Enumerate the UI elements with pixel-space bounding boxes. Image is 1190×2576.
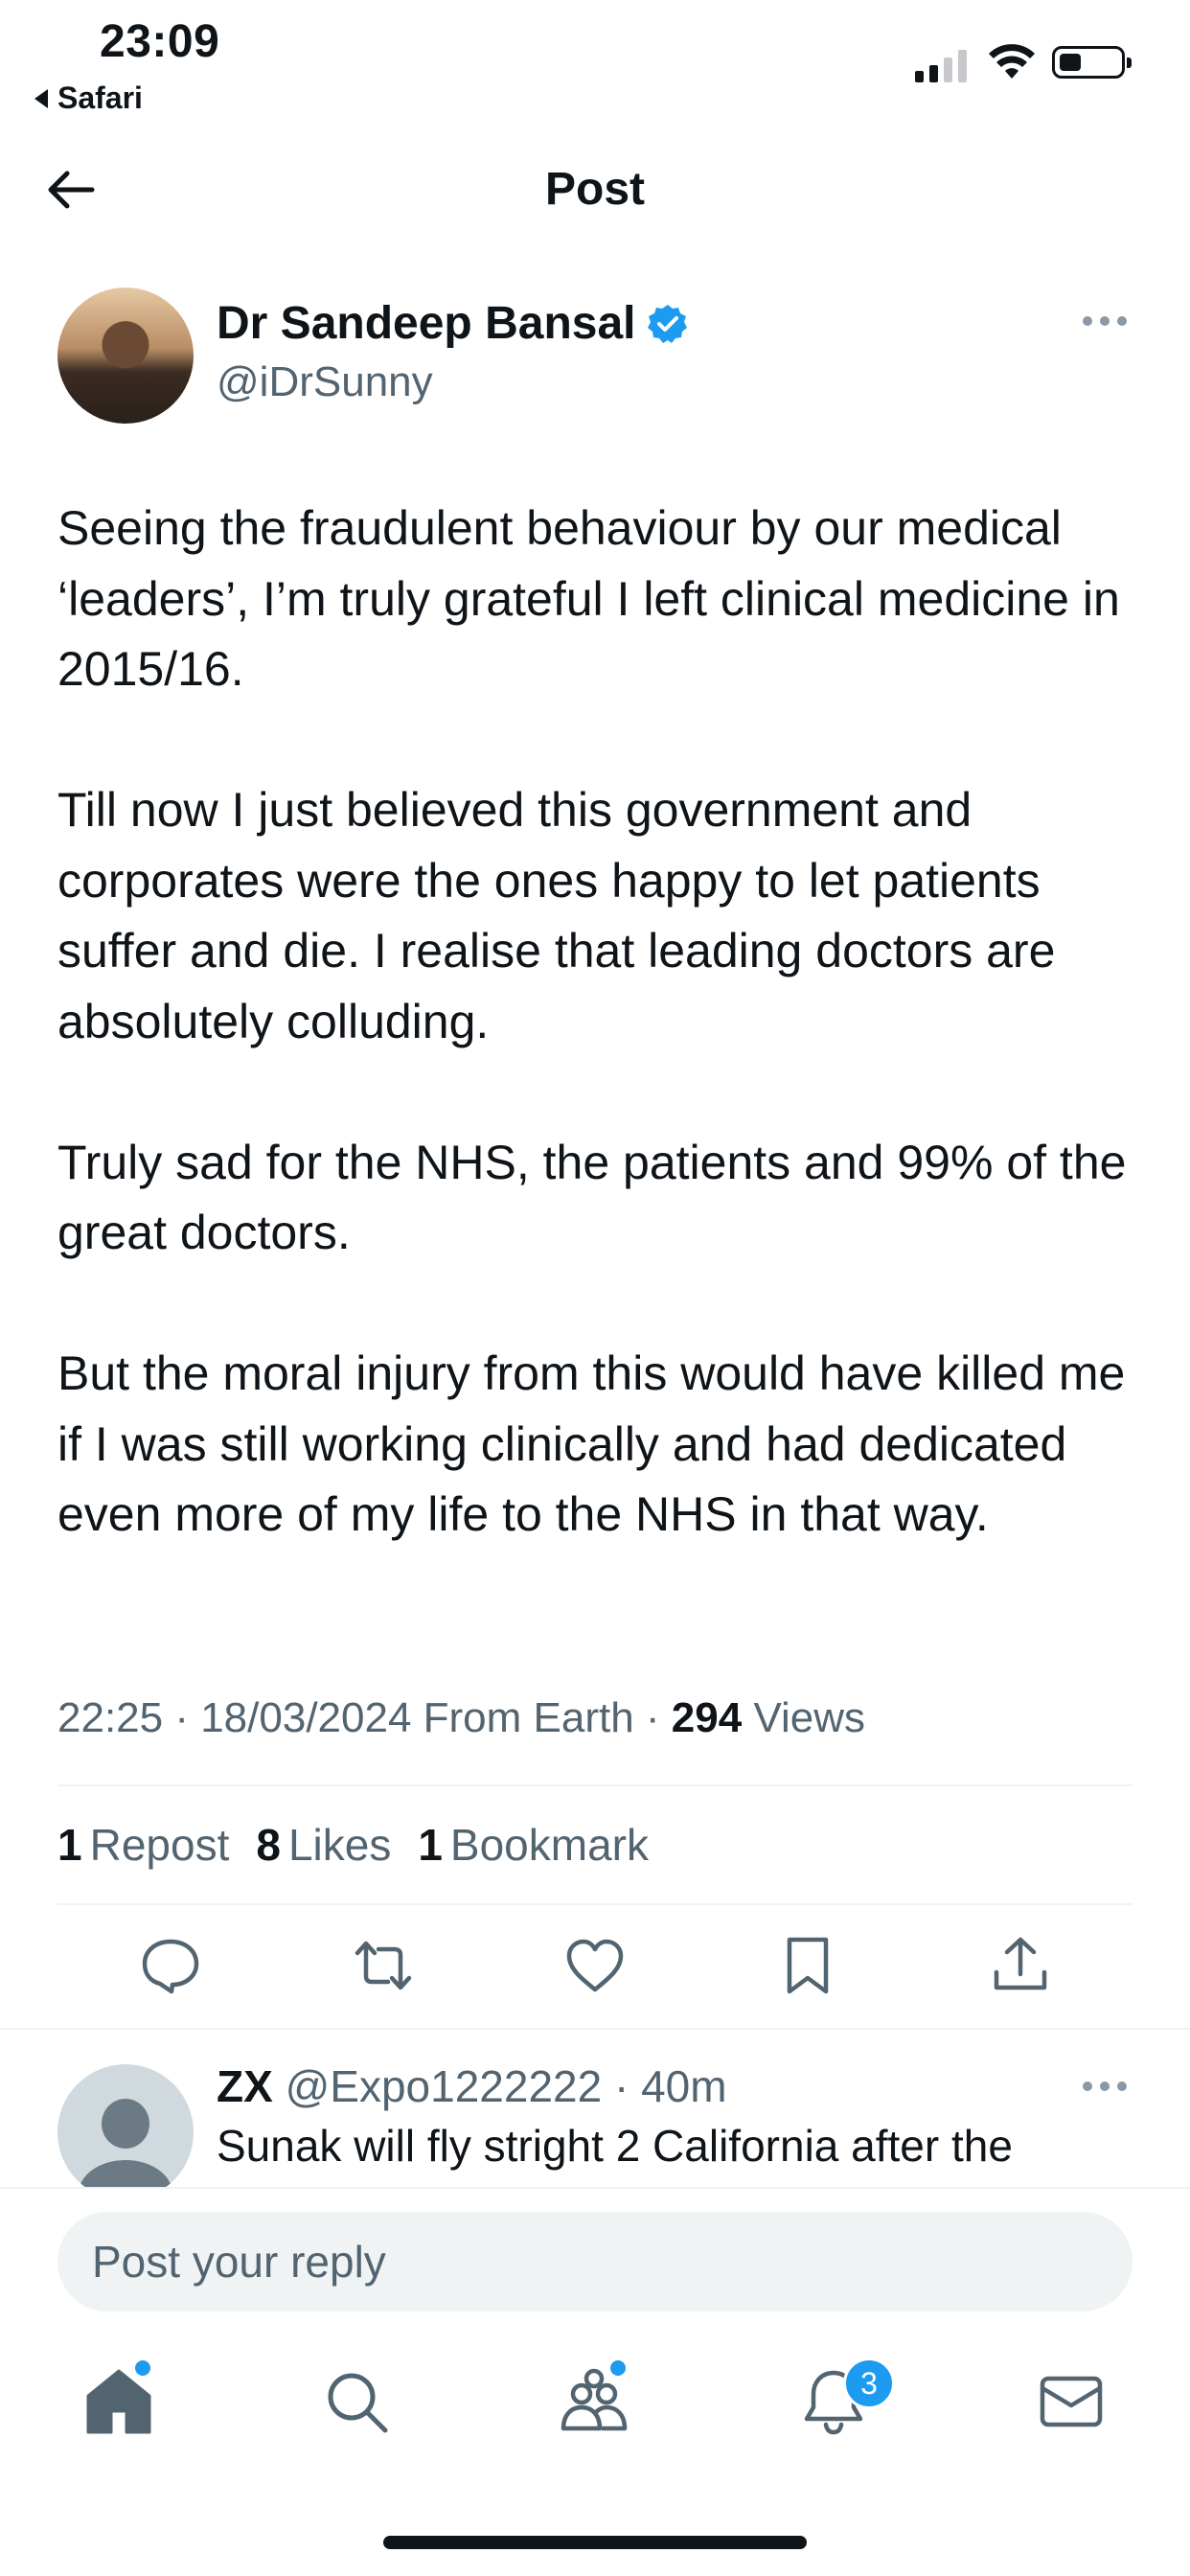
reposts-label: Repost bbox=[89, 1820, 230, 1870]
messages-icon[interactable] bbox=[1035, 2365, 1108, 2438]
cellular-signal-icon bbox=[915, 48, 967, 82]
action-bar bbox=[0, 1932, 1190, 2009]
likes-label: Likes bbox=[287, 1820, 392, 1870]
notifications-badge: 3 bbox=[843, 2358, 895, 2409]
likes-count: 8 bbox=[256, 1820, 281, 1870]
reply-author-name[interactable]: ZX bbox=[217, 2061, 273, 2111]
home-unread-dot bbox=[132, 2358, 153, 2379]
post-paragraph: Till now I just believed this government… bbox=[57, 783, 1056, 1048]
status-time: 23:09 bbox=[100, 16, 220, 67]
search-icon[interactable] bbox=[320, 2365, 393, 2438]
reply-icon[interactable] bbox=[137, 1932, 204, 1999]
reply-more-options-icon[interactable] bbox=[1083, 2082, 1127, 2091]
divider bbox=[57, 1784, 1133, 1786]
bookmarks-label: Bookmark bbox=[449, 1820, 649, 1870]
reply-avatar[interactable] bbox=[57, 2064, 194, 2200]
reply-composer[interactable] bbox=[57, 2212, 1133, 2312]
post-text: Seeing the fraudulent behaviour by our m… bbox=[57, 494, 1150, 1621]
reply-handle-time: @Expo1222222 · 40m bbox=[285, 2061, 727, 2111]
back-app-label: Safari bbox=[57, 80, 143, 115]
home-indicator bbox=[383, 2536, 807, 2549]
reposts-stat[interactable]: 1 Repost bbox=[57, 1819, 229, 1871]
repost-icon[interactable] bbox=[350, 1932, 417, 1999]
bookmarks-count: 1 bbox=[418, 1820, 443, 1870]
wifi-icon bbox=[989, 44, 1035, 79]
post-paragraph: Truly sad for the NHS, the patients and … bbox=[57, 1135, 1127, 1260]
author-name-row[interactable]: Dr Sandeep Bansal bbox=[217, 297, 689, 350]
views-label: Views bbox=[753, 1694, 866, 1741]
post-timestamp: 22:25 · 18/03/2024 From Earth · bbox=[57, 1694, 672, 1741]
reply-input[interactable] bbox=[57, 2212, 1050, 2312]
reply-header: ZX @Expo1222222 · 40m bbox=[217, 2060, 727, 2112]
post-paragraph: Seeing the fraudulent behaviour by our m… bbox=[57, 501, 1120, 696]
bookmark-icon[interactable] bbox=[774, 1932, 841, 1999]
like-heart-icon[interactable] bbox=[561, 1932, 629, 1999]
page-title: Post bbox=[544, 164, 645, 215]
share-icon[interactable] bbox=[987, 1932, 1054, 1999]
back-triangle-icon bbox=[34, 88, 48, 108]
divider bbox=[57, 1903, 1133, 1905]
likes-stat[interactable]: 8 Likes bbox=[256, 1819, 391, 1871]
post-meta: 22:25 · 18/03/2024 From Earth · 294 View… bbox=[57, 1694, 865, 1742]
author-avatar[interactable] bbox=[57, 288, 194, 424]
reply-text[interactable]: Sunak will fly stright 2 California afte… bbox=[217, 2120, 1136, 2172]
verified-badge-icon bbox=[648, 304, 688, 343]
battery-icon bbox=[1052, 46, 1132, 79]
views-count: 294 bbox=[671, 1694, 743, 1741]
post-paragraph: But the moral injury from this would hav… bbox=[57, 1346, 1126, 1541]
more-options-icon[interactable] bbox=[1083, 316, 1127, 326]
author-handle[interactable]: @iDrSunny bbox=[217, 358, 433, 406]
bookmarks-stat[interactable]: 1 Bookmark bbox=[418, 1819, 649, 1871]
back-to-safari[interactable]: Safari bbox=[34, 80, 143, 116]
communities-unread-dot bbox=[607, 2358, 629, 2379]
reposts-count: 1 bbox=[57, 1820, 82, 1870]
divider bbox=[0, 2028, 1190, 2030]
author-name[interactable]: Dr Sandeep Bansal bbox=[217, 297, 635, 350]
post-stats: 1 Repost 8 Likes 1 Bookmark bbox=[57, 1819, 649, 1871]
